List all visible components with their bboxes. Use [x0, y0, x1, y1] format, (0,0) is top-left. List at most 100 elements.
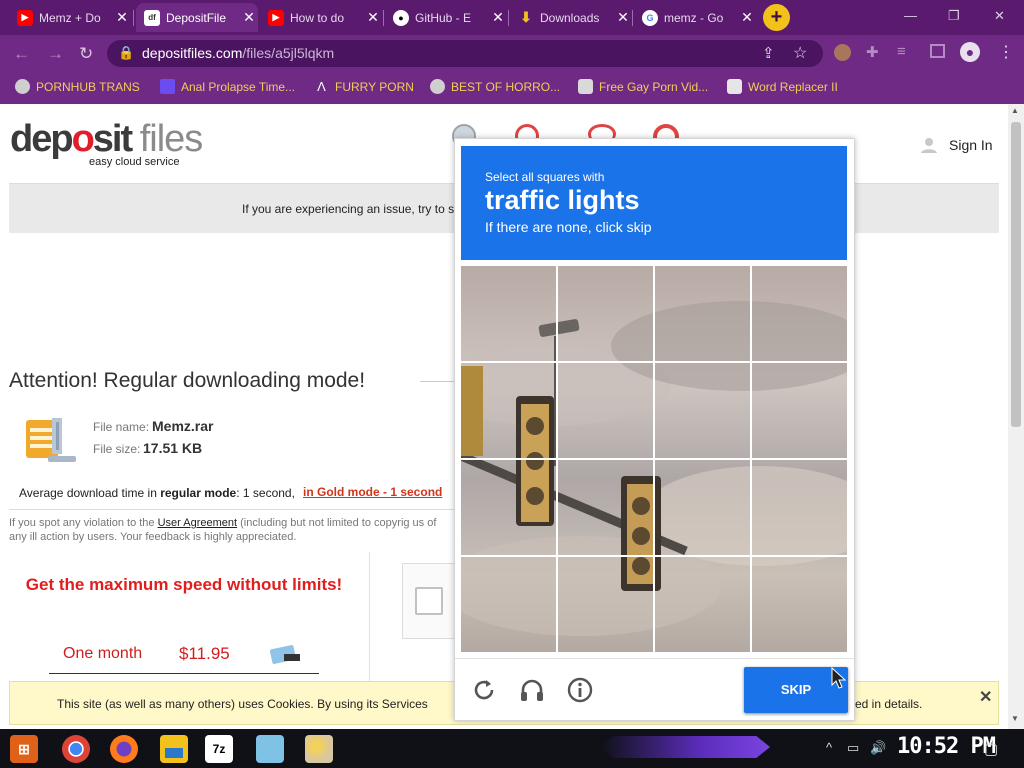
close-icon[interactable]: ✕ — [738, 9, 756, 26]
7zip-icon[interactable]: 7z — [205, 735, 233, 763]
file-explorer-icon[interactable] — [160, 735, 188, 763]
close-icon[interactable]: ✕ — [364, 9, 382, 26]
bookmark-item[interactable]: BEST OF HORRO... — [430, 79, 560, 94]
maximize-icon[interactable]: ❐ — [948, 8, 960, 24]
captcha-tile[interactable] — [655, 557, 750, 652]
word-replacer-icon — [727, 79, 742, 94]
bookmark-item[interactable]: Λ FURRY PORN — [314, 79, 414, 94]
archive-file-icon — [26, 418, 76, 462]
captcha-image — [461, 266, 847, 652]
captcha-tile[interactable] — [655, 266, 750, 361]
system-clock[interactable]: 10:52 PM — [897, 734, 996, 759]
close-icon[interactable]: ✕ — [240, 9, 258, 26]
close-icon[interactable]: ✕ — [113, 9, 131, 26]
cookie-text: This site (as well as many others) uses … — [57, 697, 428, 711]
network-icon[interactable]: ▭ — [847, 740, 859, 756]
bookmark-star-icon[interactable]: ☆ — [793, 43, 807, 63]
captcha-tile[interactable] — [752, 266, 847, 361]
plan-price[interactable]: $11.95 — [179, 644, 230, 664]
close-window-icon[interactable]: ✕ — [994, 8, 1005, 24]
menu-kebab-icon[interactable]: ⋮ — [998, 42, 1014, 62]
plan-period[interactable]: One month — [63, 645, 142, 663]
close-icon[interactable]: ✕ — [979, 687, 992, 707]
tab-separator — [383, 10, 384, 26]
recaptcha-checkbox[interactable] — [415, 587, 443, 615]
download-icon: ⬇ — [520, 9, 532, 25]
audio-challenge-icon[interactable] — [518, 676, 546, 704]
bookmark-item[interactable]: Word Replacer II — [727, 79, 838, 94]
close-icon[interactable]: ✕ — [614, 9, 632, 26]
depositfiles-logo[interactable]: deposit files — [10, 118, 203, 161]
scrollbar-thumb[interactable] — [1011, 122, 1021, 427]
globe-icon — [430, 79, 445, 94]
tab-how-to[interactable]: ▶ How to do ✕ — [260, 3, 382, 32]
share-icon[interactable]: ⇪ — [762, 44, 775, 62]
captcha-tile[interactable] — [461, 266, 556, 361]
globe-icon — [15, 79, 30, 94]
captcha-tile[interactable] — [655, 363, 750, 458]
notifications-icon[interactable]: ▢ — [984, 740, 998, 758]
extensions-icon[interactable]: ✚ — [866, 43, 879, 61]
captcha-target-object: traffic lights — [485, 185, 640, 215]
captcha-tile[interactable] — [558, 363, 653, 458]
close-icon[interactable]: ✕ — [489, 9, 507, 26]
notepad-icon[interactable] — [256, 735, 284, 763]
reload-icon[interactable]: ↻ — [79, 44, 93, 64]
captcha-tile[interactable] — [558, 460, 653, 555]
tab-github[interactable]: ● GitHub - E ✕ — [385, 3, 507, 32]
show-hidden-icons-icon[interactable]: ^ — [826, 740, 832, 755]
divider — [9, 509, 454, 510]
bookmark-item[interactable]: Anal Prolapse Time... — [160, 79, 295, 94]
media-queue-icon[interactable]: ≡ — [897, 43, 906, 60]
user-agreement-link[interactable]: User Agreement — [158, 517, 237, 529]
profile-icon[interactable]: ● — [960, 42, 980, 62]
github-icon: ● — [393, 9, 409, 26]
forward-icon[interactable]: → — [47, 44, 64, 64]
chrome-icon[interactable] — [62, 735, 90, 763]
tab-depositfiles[interactable]: df DepositFile ✕ — [136, 3, 258, 32]
scroll-down-icon[interactable]: ▼ — [1011, 714, 1019, 723]
refresh-icon[interactable] — [470, 676, 498, 704]
minimize-icon[interactable]: — — [904, 8, 917, 23]
bookmark-item[interactable]: Free Gay Porn Vid... — [578, 79, 708, 94]
lock-icon[interactable]: 🔒 — [118, 45, 134, 61]
url-text[interactable]: depositfiles.com/files/a5jl5lqkm — [142, 45, 334, 61]
scroll-up-icon[interactable]: ▲ — [1011, 106, 1019, 115]
volume-icon[interactable]: 🔊 — [870, 740, 886, 756]
start-icon[interactable]: ⊞ — [10, 735, 38, 763]
column-divider — [369, 552, 370, 682]
premium-heading: Get the maximum speed without limits! — [25, 575, 343, 594]
captcha-tile[interactable] — [752, 363, 847, 458]
tab-google[interactable]: G memz - Go ✕ — [634, 3, 756, 32]
tab-downloads[interactable]: ⬇ Downloads ✕ — [510, 3, 632, 32]
captcha-tile[interactable] — [752, 460, 847, 555]
sign-in-link[interactable]: Sign In — [949, 137, 993, 153]
captcha-tile[interactable] — [558, 266, 653, 361]
extension-avatar-icon[interactable] — [834, 44, 851, 61]
captcha-tile[interactable] — [461, 557, 556, 652]
tab-memz[interactable]: ▶ Memz + Do ✕ — [9, 3, 131, 32]
file-size-label: File size: — [93, 442, 141, 456]
captcha-tile[interactable] — [752, 557, 847, 652]
file-size-value: 17.51 KB — [143, 440, 203, 456]
info-icon[interactable] — [566, 676, 594, 704]
google-icon: G — [642, 9, 658, 26]
side-panel-icon[interactable] — [930, 44, 945, 58]
captcha-tile[interactable] — [558, 557, 653, 652]
credit-card-icon[interactable] — [270, 645, 302, 665]
firefox-icon[interactable] — [110, 735, 138, 763]
back-icon[interactable]: ← — [13, 44, 30, 64]
bookmark-favicon-icon — [578, 79, 593, 94]
tab-separator — [133, 10, 134, 26]
captcha-tile[interactable] — [655, 460, 750, 555]
youtube-icon: ▶ — [17, 9, 33, 26]
paint-icon[interactable] — [305, 735, 333, 763]
new-tab-button[interactable]: + — [763, 4, 790, 31]
bookmark-item[interactable]: PORNHUB TRANS — [15, 79, 140, 94]
captcha-tile[interactable] — [461, 460, 556, 555]
user-icon[interactable] — [920, 136, 938, 154]
youtube-icon: ▶ — [268, 9, 284, 26]
notice-text: If you are experiencing an issue, try to… — [242, 202, 455, 216]
gold-mode-link[interactable]: in Gold mode - 1 second — [303, 485, 442, 499]
captcha-tile[interactable] — [461, 363, 556, 458]
